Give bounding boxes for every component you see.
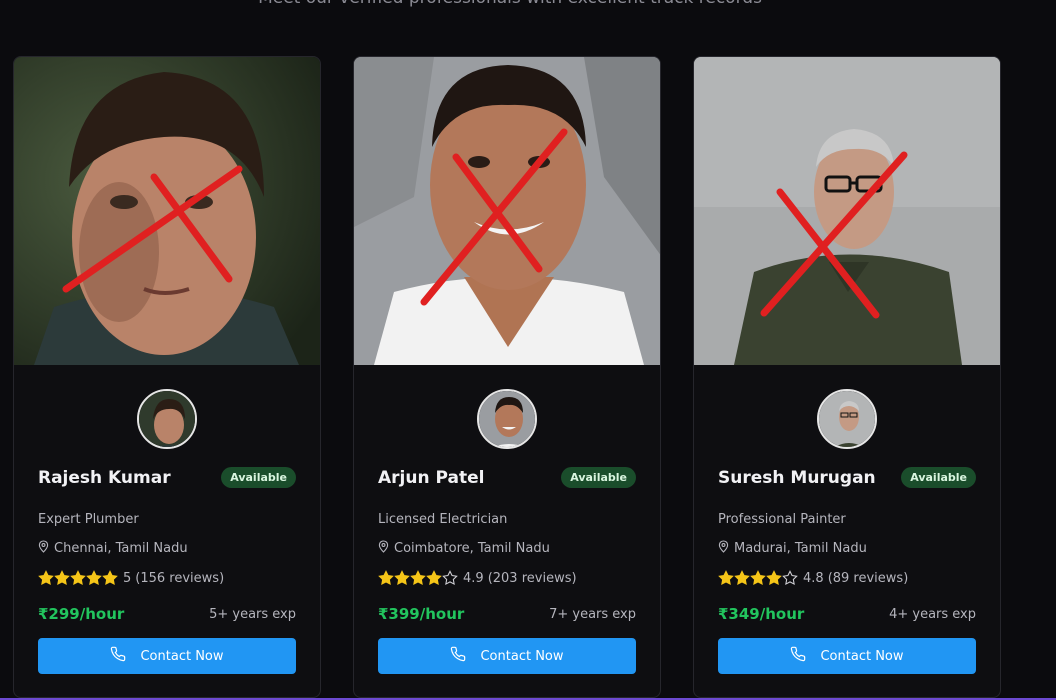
professional-photo	[354, 57, 660, 365]
phone-icon	[790, 646, 806, 666]
rating-value: 4.9	[463, 570, 484, 586]
contact-now-label: Contact Now	[140, 648, 224, 664]
location-text: Madurai, Tamil Nadu	[734, 541, 867, 556]
star-filled-icon	[54, 570, 70, 586]
availability-badge: Available	[221, 467, 296, 488]
star-filled-icon	[102, 570, 118, 586]
location-text: Chennai, Tamil Nadu	[54, 541, 188, 556]
professional-role: Expert Plumber	[38, 512, 139, 527]
star-filled-icon	[410, 570, 426, 586]
experience: 4+ years exp	[889, 606, 976, 622]
rating-value: 4.8	[803, 570, 824, 586]
contact-now-button[interactable]: Contact Now	[718, 638, 976, 674]
location: Madurai, Tamil Nadu	[718, 540, 867, 557]
review-count: (89 reviews)	[827, 570, 909, 586]
availability-badge: Available	[561, 467, 636, 488]
star-filled-icon	[38, 570, 54, 586]
availability-badge: Available	[901, 467, 976, 488]
contact-now-button[interactable]: Contact Now	[38, 638, 296, 674]
star-rating	[718, 570, 798, 586]
contact-now-label: Contact Now	[480, 648, 564, 664]
experience: 7+ years exp	[549, 606, 636, 622]
map-pin-icon	[38, 540, 49, 557]
rating-value: 5	[123, 570, 132, 586]
rating: 4.8 (89 reviews)	[718, 570, 908, 586]
professional-photo	[14, 57, 320, 365]
star-filled-icon	[766, 570, 782, 586]
avatar	[137, 389, 197, 449]
star-outline-icon	[442, 570, 458, 586]
avatar	[817, 389, 877, 449]
professional-card: Suresh Murugan Available Professional Pa…	[693, 56, 1001, 698]
contact-now-label: Contact Now	[820, 648, 904, 664]
professional-photo	[694, 57, 1000, 365]
map-pin-icon	[378, 540, 389, 557]
star-filled-icon	[394, 570, 410, 586]
experience: 5+ years exp	[209, 606, 296, 622]
star-rating	[378, 570, 458, 586]
star-filled-icon	[426, 570, 442, 586]
location: Chennai, Tamil Nadu	[38, 540, 188, 557]
star-outline-icon	[782, 570, 798, 586]
star-filled-icon	[86, 570, 102, 586]
star-filled-icon	[378, 570, 394, 586]
hourly-price: ₹349/hour	[718, 605, 805, 623]
professional-name: Arjun Patel	[378, 467, 485, 488]
review-count: (203 reviews)	[487, 570, 577, 586]
hourly-price: ₹399/hour	[378, 605, 465, 623]
professional-name: Rajesh Kumar	[38, 467, 171, 488]
location-text: Coimbatore, Tamil Nadu	[394, 541, 550, 556]
contact-now-button[interactable]: Contact Now	[378, 638, 636, 674]
phone-icon	[450, 646, 466, 666]
avatar	[477, 389, 537, 449]
review-count: (156 reviews)	[135, 570, 225, 586]
star-filled-icon	[734, 570, 750, 586]
star-rating	[38, 570, 118, 586]
star-filled-icon	[750, 570, 766, 586]
professional-card: Rajesh Kumar Available Expert Plumber Ch…	[13, 56, 321, 698]
professionals-grid: Rajesh Kumar Available Expert Plumber Ch…	[13, 56, 1001, 698]
hourly-price: ₹299/hour	[38, 605, 125, 623]
rating: 5 (156 reviews)	[38, 570, 224, 586]
professional-name: Suresh Murugan	[718, 467, 876, 488]
professional-role: Professional Painter	[718, 512, 846, 527]
rating: 4.9 (203 reviews)	[378, 570, 577, 586]
star-filled-icon	[70, 570, 86, 586]
professional-card: Arjun Patel Available Licensed Electrici…	[353, 56, 661, 698]
section-subtitle: Meet our verified professionals with exc…	[0, 0, 1020, 8]
professional-role: Licensed Electrician	[378, 512, 508, 527]
map-pin-icon	[718, 540, 729, 557]
phone-icon	[110, 646, 126, 666]
star-filled-icon	[718, 570, 734, 586]
location: Coimbatore, Tamil Nadu	[378, 540, 550, 557]
